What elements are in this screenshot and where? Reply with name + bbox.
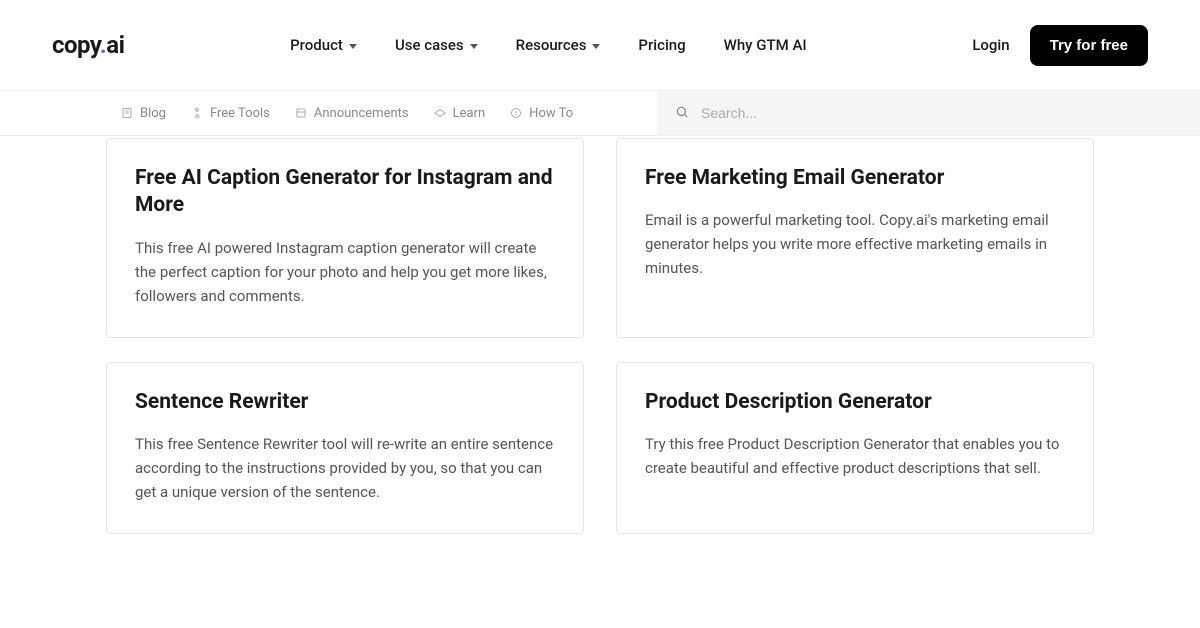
subnav-blog-label: Blog [140, 106, 166, 121]
help-icon [509, 106, 523, 120]
card-title: Product Description Generator [645, 389, 1065, 416]
nav-use-cases[interactable]: Use cases [395, 36, 478, 54]
nav-why-gtm[interactable]: Why GTM AI [724, 36, 807, 54]
main-nav: Product Use cases Resources Pricing Why … [290, 36, 807, 54]
subnav-announcements-label: Announcements [314, 106, 409, 121]
subnav-learn-label: Learn [453, 106, 486, 121]
logo-text-ai: ai [106, 31, 124, 59]
subnav-announcements[interactable]: Announcements [294, 106, 409, 121]
try-free-button[interactable]: Try for free [1030, 25, 1148, 66]
card-caption-generator[interactable]: Free AI Caption Generator for Instagram … [106, 138, 584, 338]
nav-resources-label: Resources [516, 36, 587, 54]
card-title: Free AI Caption Generator for Instagram … [135, 165, 555, 220]
chevron-down-icon [349, 44, 357, 49]
card-desc: This free AI powered Instagram caption g… [135, 236, 555, 308]
nav-why-gtm-label: Why GTM AI [724, 36, 807, 54]
subnav-free-tools[interactable]: Free Tools [190, 106, 270, 121]
subnav-how-to[interactable]: How To [509, 106, 573, 121]
logo[interactable]: copy.ai [52, 31, 124, 59]
subnav-free-tools-label: Free Tools [210, 106, 270, 121]
search-icon [675, 104, 689, 123]
nav-product[interactable]: Product [290, 36, 357, 54]
card-desc: Email is a powerful marketing tool. Copy… [645, 208, 1065, 280]
header-right: Login Try for free [972, 25, 1148, 66]
nav-pricing-label: Pricing [638, 36, 685, 54]
subnav-left: Blog Free Tools Announcements Learn How … [0, 106, 657, 121]
nav-use-cases-label: Use cases [395, 36, 464, 54]
card-email-generator[interactable]: Free Marketing Email Generator Email is … [616, 138, 1094, 338]
login-link[interactable]: Login [972, 36, 1009, 54]
logo-text-copy: copy [52, 31, 100, 59]
chevron-down-icon [470, 44, 478, 49]
search-input[interactable] [701, 105, 1182, 121]
document-icon [120, 106, 134, 120]
megaphone-icon [294, 106, 308, 120]
card-title: Free Marketing Email Generator [645, 165, 1065, 192]
subnav-blog[interactable]: Blog [120, 106, 166, 121]
book-icon [433, 106, 447, 120]
chevron-down-icon [592, 44, 600, 49]
card-desc: This free Sentence Rewriter tool will re… [135, 432, 555, 504]
card-title: Sentence Rewriter [135, 389, 555, 416]
subnav-how-to-label: How To [529, 106, 573, 121]
card-desc: Try this free Product Description Genera… [645, 432, 1065, 480]
subnav-learn[interactable]: Learn [433, 106, 486, 121]
nav-product-label: Product [290, 36, 343, 54]
main-header: copy.ai Product Use cases Resources Pric… [0, 0, 1200, 90]
tools-icon [190, 106, 204, 120]
nav-pricing[interactable]: Pricing [638, 36, 685, 54]
nav-resources[interactable]: Resources [516, 36, 601, 54]
subnav-bar: Blog Free Tools Announcements Learn How … [0, 90, 1200, 136]
card-product-description[interactable]: Product Description Generator Try this f… [616, 362, 1094, 534]
search-container[interactable] [657, 91, 1200, 135]
cards-grid: Free AI Caption Generator for Instagram … [0, 136, 1200, 534]
card-sentence-rewriter[interactable]: Sentence Rewriter This free Sentence Rew… [106, 362, 584, 534]
